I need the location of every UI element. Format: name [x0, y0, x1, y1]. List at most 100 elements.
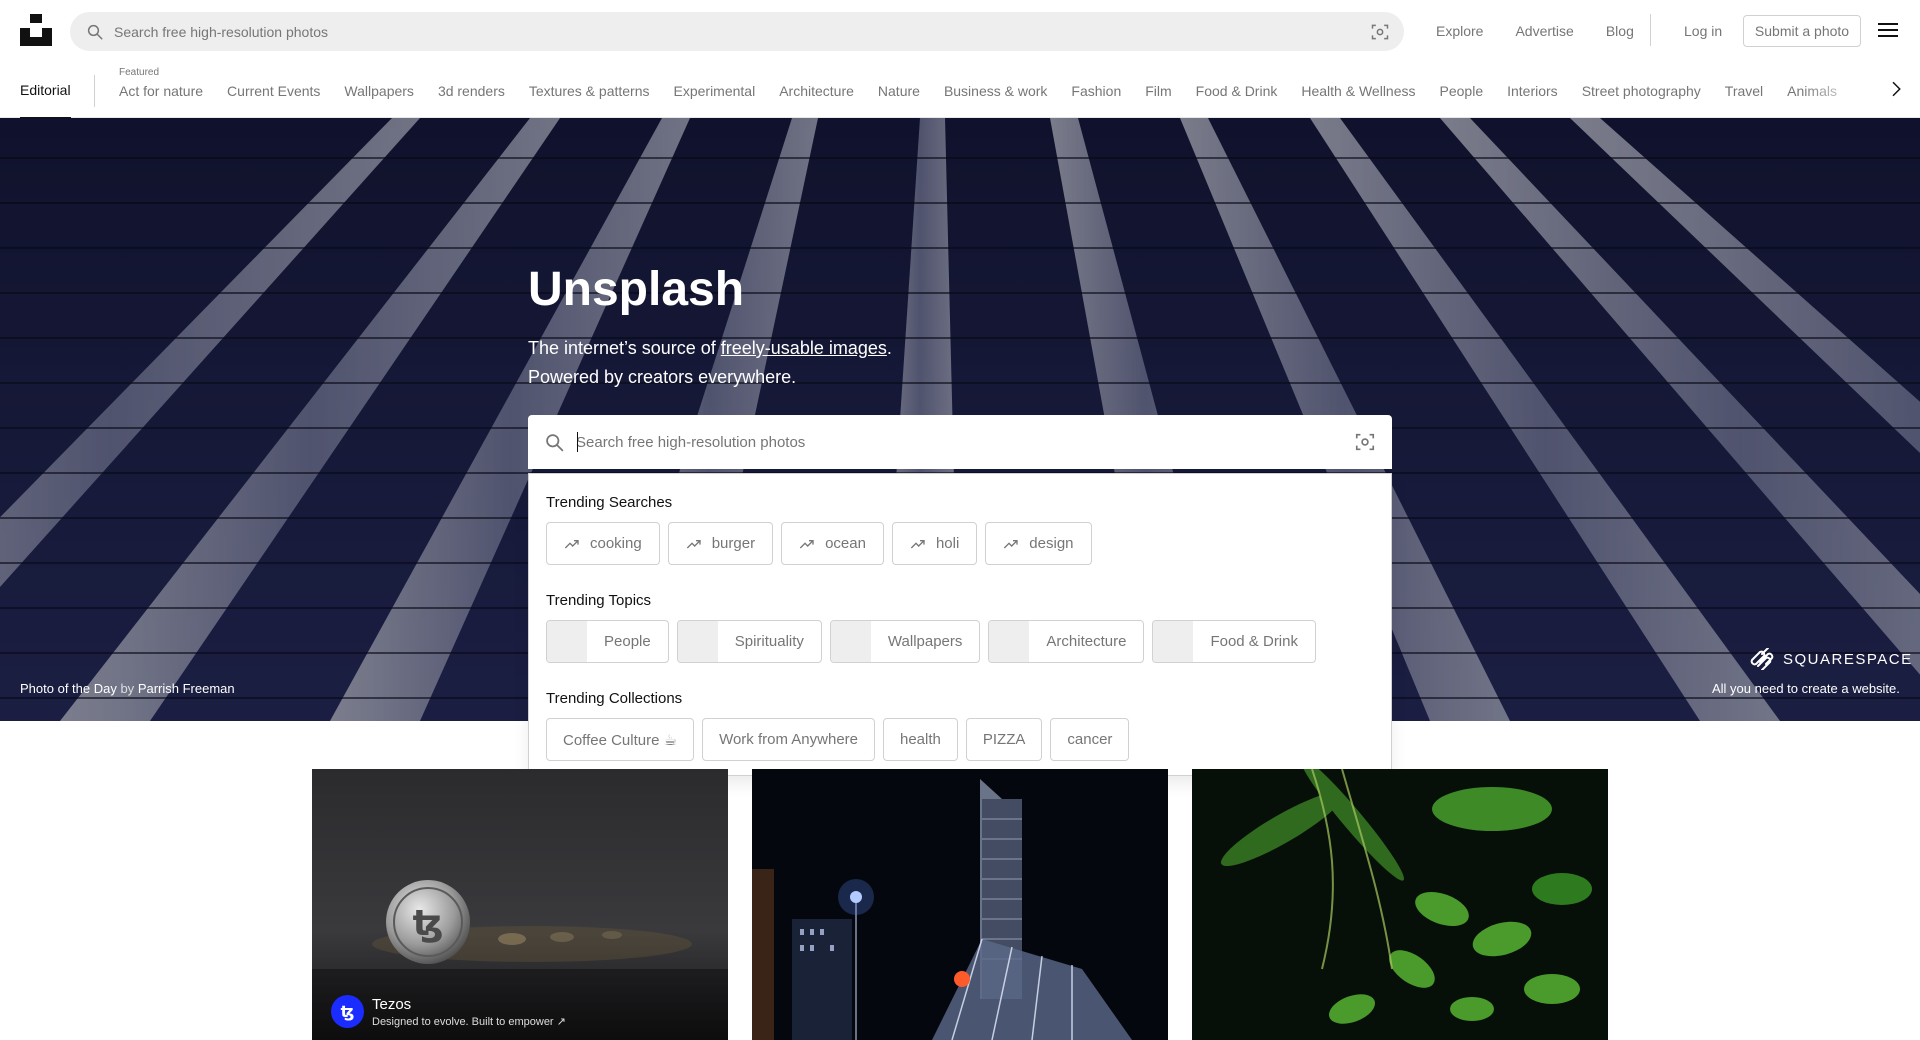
- photo-of-the-day-link[interactable]: Photo of the Day: [20, 681, 117, 696]
- trending-search-label: design: [1029, 535, 1074, 552]
- photo-of-the-day-credit: Photo of the Day by Parrish Freeman: [20, 681, 235, 696]
- sponsor-info[interactable]: ꜩ Tezos Designed to evolve. Built to emp…: [331, 995, 566, 1028]
- topic-thumbnail: [989, 621, 1030, 662]
- hero-subtitle: The internet’s source of freely-usable i…: [528, 334, 892, 392]
- trending-collection-chip[interactable]: cancer: [1050, 718, 1130, 761]
- header-divider: [1650, 14, 1651, 46]
- submit-photo-button[interactable]: Submit a photo: [1743, 15, 1861, 47]
- topic-thumbnail: [677, 621, 718, 662]
- sponsor-name[interactable]: Tezos: [372, 996, 566, 1013]
- topic-textures-patterns[interactable]: Textures & patterns: [529, 81, 650, 99]
- photo-of-the-day-by: by: [116, 681, 138, 696]
- trending-collection-chip[interactable]: health: [883, 718, 958, 761]
- nav-blog[interactable]: Blog: [1606, 23, 1634, 39]
- photo-card-sponsored[interactable]: ꜩ ꜩ Tezos Designed to evolve. Built to e…: [312, 769, 728, 1040]
- trending-search-label: cooking: [590, 535, 642, 552]
- trending-topic-label: Spirituality: [734, 633, 804, 650]
- topic-travel[interactable]: Travel: [1725, 81, 1763, 99]
- freely-usable-images-link[interactable]: freely-usable images: [721, 338, 887, 358]
- topic-nav: Editorial Featured Act for nature Curren…: [0, 62, 1920, 119]
- top-header: Explore Advertise Blog Log in Submit a p…: [0, 0, 1920, 62]
- topic-thumbnail: [1153, 621, 1194, 662]
- trending-search-chip[interactable]: ocean: [781, 522, 884, 565]
- search-icon[interactable]: [86, 23, 104, 41]
- topic-experimental[interactable]: Experimental: [674, 81, 756, 99]
- trending-topics-list: People Spirituality Wallpapers Architect…: [546, 620, 1324, 663]
- topic-business-work[interactable]: Business & work: [944, 81, 1047, 99]
- trending-up-icon: [799, 539, 814, 548]
- topic-fashion[interactable]: Fashion: [1071, 81, 1121, 99]
- photographer-link[interactable]: Parrish Freeman: [138, 681, 235, 696]
- topic-current-events[interactable]: Current Events: [227, 81, 320, 99]
- chevron-right-icon[interactable]: [1887, 80, 1905, 98]
- text-caret: [577, 432, 578, 452]
- trending-searches-list: cooking burger ocean holi design: [546, 522, 1100, 565]
- topic-food-drink[interactable]: Food & Drink: [1196, 81, 1278, 99]
- trending-topic-label: People: [604, 633, 651, 650]
- hero-title: Unsplash: [528, 263, 745, 316]
- topic-wallpapers[interactable]: Wallpapers: [344, 81, 414, 99]
- trending-collection-chip[interactable]: Coffee Culture ☕: [546, 718, 695, 761]
- trending-search-label: holi: [935, 535, 960, 552]
- city-night-photo: [752, 769, 1168, 1040]
- trending-topic-chip[interactable]: Architecture: [988, 620, 1145, 663]
- topic-nature[interactable]: Nature: [878, 81, 920, 99]
- nav-explore[interactable]: Explore: [1436, 23, 1483, 39]
- top-search-input[interactable]: [114, 12, 1314, 51]
- topic-people[interactable]: People: [1440, 81, 1484, 99]
- trending-topic-chip[interactable]: Food & Drink: [1152, 620, 1316, 663]
- topic-health-wellness[interactable]: Health & Wellness: [1301, 81, 1415, 99]
- trending-topic-label: Wallpapers: [887, 633, 963, 650]
- topic-3d-renders[interactable]: 3d renders: [438, 81, 505, 99]
- trending-collection-chip[interactable]: PIZZA: [965, 718, 1043, 761]
- trending-search-chip[interactable]: burger: [667, 522, 774, 565]
- trending-collections-heading: Trending Collections: [546, 690, 683, 707]
- header-nav: Explore Advertise Blog: [1436, 0, 1666, 62]
- visual-search-icon[interactable]: [1354, 431, 1376, 453]
- top-search-bar[interactable]: [70, 12, 1404, 51]
- unsplash-logo-icon[interactable]: [20, 14, 52, 46]
- trending-up-icon: [686, 539, 701, 548]
- trending-up-icon: [910, 539, 925, 548]
- login-link[interactable]: Log in: [1684, 0, 1722, 62]
- topic-act-for-nature[interactable]: Act for nature: [119, 81, 203, 99]
- hamburger-menu-icon[interactable]: [1878, 22, 1898, 38]
- tezos-avatar[interactable]: ꜩ: [331, 995, 364, 1028]
- squarespace-tagline[interactable]: All you need to create a website.: [1712, 681, 1900, 696]
- topic-interiors[interactable]: Interiors: [1507, 81, 1558, 99]
- trending-topic-label: Architecture: [1046, 633, 1127, 650]
- svg-text:ꜩ: ꜩ: [413, 903, 444, 944]
- photo-card[interactable]: [752, 769, 1168, 1040]
- trending-search-chip[interactable]: holi: [891, 522, 978, 565]
- topic-film[interactable]: Film: [1145, 81, 1171, 99]
- topic-list: Act for nature Current Events Wallpapers…: [119, 62, 1861, 118]
- trending-topic-label: Food & Drink: [1210, 633, 1298, 650]
- topic-thumbnail: [547, 621, 587, 662]
- nav-advertise[interactable]: Advertise: [1515, 23, 1573, 39]
- topic-thumbnail: [830, 621, 871, 662]
- trending-up-icon: [1004, 539, 1018, 548]
- sponsor-tagline[interactable]: Designed to evolve. Built to empower ↗: [372, 1015, 566, 1028]
- tab-editorial[interactable]: Editorial: [20, 62, 71, 119]
- trending-collection-chip[interactable]: Work from Anywhere: [702, 718, 875, 761]
- trending-search-label: burger: [711, 535, 756, 552]
- search-icon[interactable]: [544, 432, 565, 453]
- trending-search-chip[interactable]: cooking: [546, 522, 660, 565]
- squarespace-sponsor[interactable]: SQUARESPACE: [1749, 648, 1913, 670]
- hero-search-input[interactable]: [576, 415, 1336, 469]
- trending-topic-chip[interactable]: Spirituality: [676, 620, 822, 663]
- trending-topic-chip[interactable]: Wallpapers: [829, 620, 981, 663]
- topic-divider: [94, 75, 95, 107]
- topic-architecture[interactable]: Architecture: [779, 81, 854, 99]
- squarespace-logo-icon: [1750, 648, 1774, 670]
- tropical-leaves-photo: [1192, 769, 1608, 1040]
- photo-card[interactable]: [1192, 769, 1608, 1040]
- squarespace-brand: SQUARESPACE: [1783, 650, 1913, 668]
- trending-search-chip[interactable]: design: [985, 522, 1092, 565]
- hero-search-bar[interactable]: [528, 415, 1392, 469]
- topic-street-photography[interactable]: Street photography: [1582, 81, 1701, 99]
- visual-search-icon[interactable]: [1370, 22, 1390, 42]
- trending-topic-chip[interactable]: People: [546, 620, 669, 663]
- trending-up-icon: [564, 539, 579, 548]
- hero-subtitle-suffix: .: [886, 338, 892, 358]
